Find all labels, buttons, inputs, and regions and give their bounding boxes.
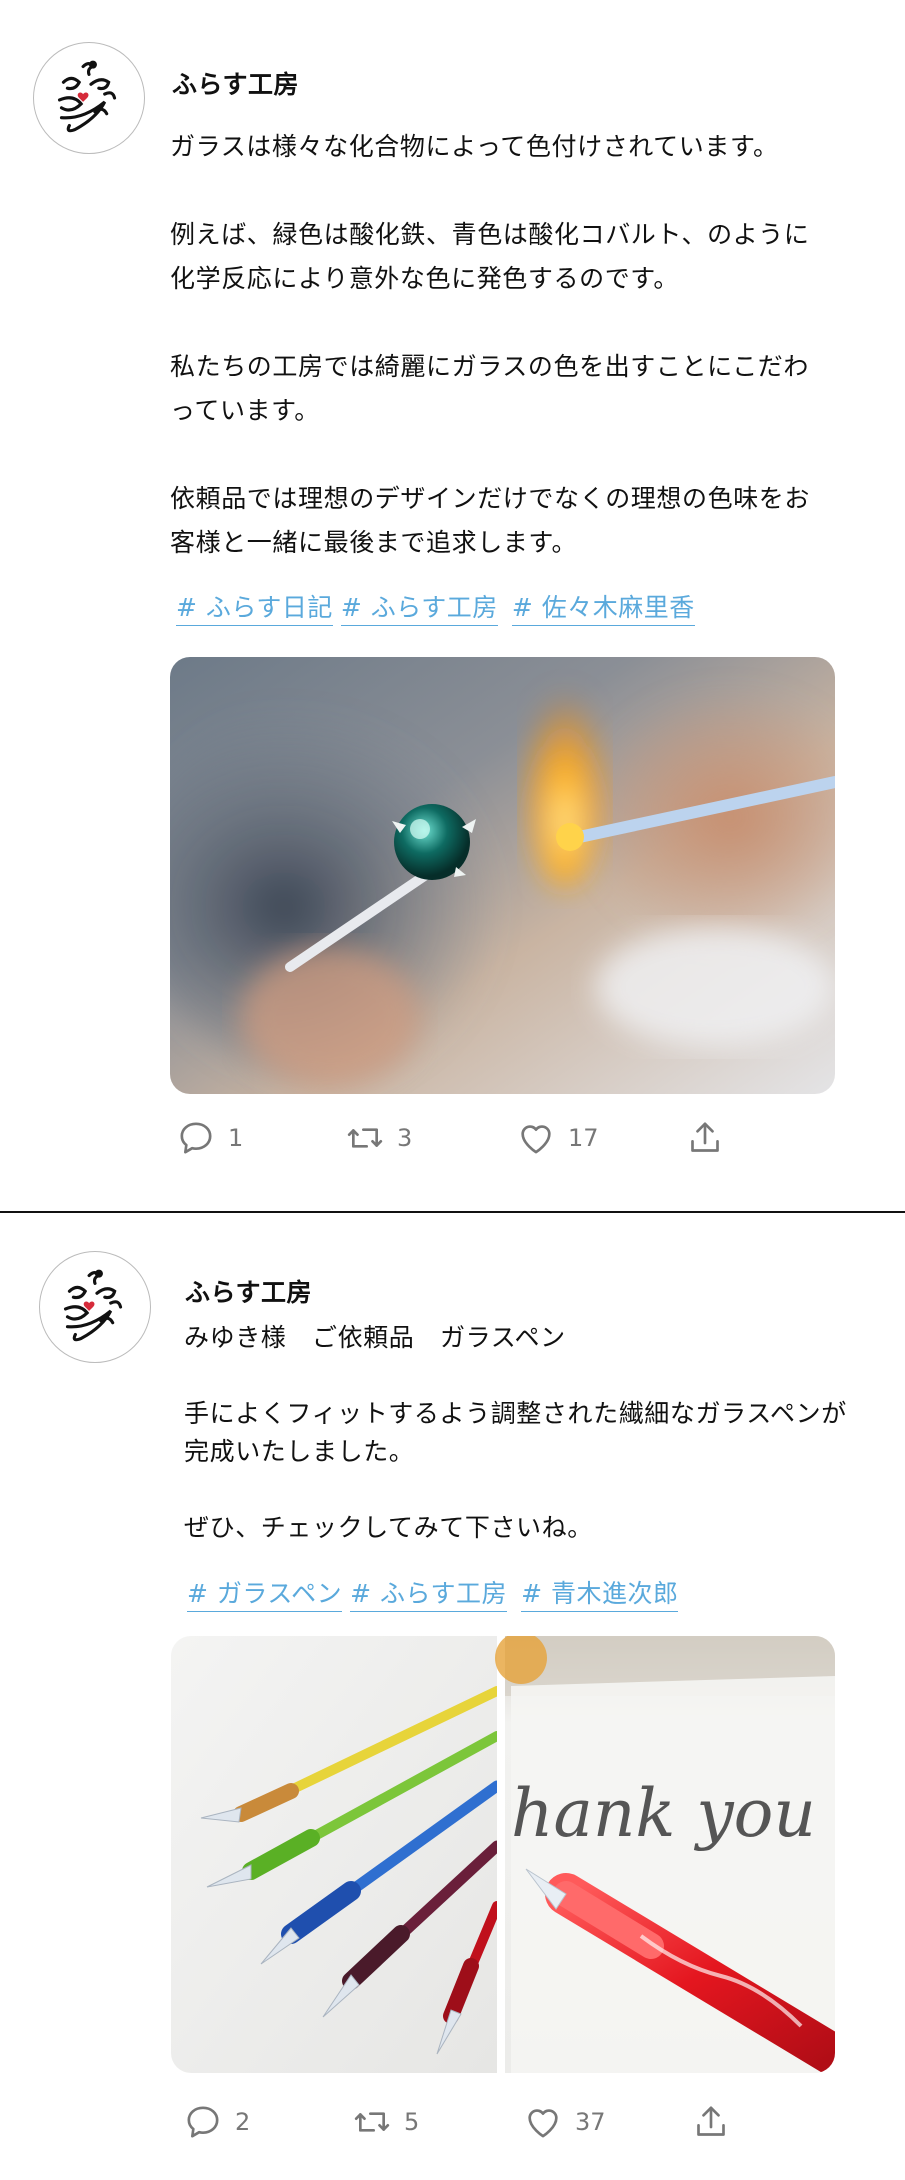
retweet-button[interactable]: 5 [352,2102,419,2142]
post-body: みゆき様 ご依頼品 ガラスペン 手によくフィットするよう調整された繊細なガラスペ… [184,1323,847,1542]
share-button[interactable] [691,2102,731,2142]
author-name[interactable]: ふらす工房 [185,1273,312,1309]
thank-you-text: hank you [511,1775,816,1852]
reply-button[interactable]: 1 [176,1118,243,1158]
reply-button[interactable]: 2 [183,2102,250,2142]
like-count: 17 [568,1124,599,1152]
like-icon [521,1125,551,1154]
retweet-count: 5 [404,2108,420,2136]
post-2: ふらす工房 みゆき様 ご依頼品 ガラスペン 手によくフィットするよう調整された繊… [0,1213,905,2180]
like-button[interactable]: 37 [523,2102,606,2142]
hashtag[interactable]: # ふらす工房 [350,1574,508,1612]
hashtag-list: # ふらす日記 # ふらす工房 # 佐々木麻里香 [176,588,695,626]
retweet-icon [347,1128,383,1148]
share-icon [697,2106,725,2136]
glass-bead-image [170,657,835,1094]
post-photo-glass-pens[interactable]: hank you [171,1636,835,2073]
action-bar: 2 5 37 [183,2102,743,2152]
like-icon [528,2109,558,2138]
reply-count: 2 [235,2108,251,2136]
logo-icon [63,1269,123,1342]
hashtag-list: # ガラスペン # ふらす工房 # 青木進次郎 [187,1574,679,1612]
hashtag[interactable]: # ふらす工房 [340,588,498,626]
hashtag[interactable]: # 青木進次郎 [521,1574,679,1612]
avatar[interactable] [39,1251,151,1363]
hashtag[interactable]: # 佐々木麻里香 [511,588,695,626]
hashtag[interactable]: # ふらす日記 [176,588,333,626]
retweet-count: 3 [397,1124,413,1152]
reply-icon [180,1122,212,1154]
post-1: ふらす工房 ガラスは様々な化合物によって色付けされています。 例えば、緑色は酸化… [0,0,905,1212]
glass-pens-image: hank you [171,1636,835,2073]
post-body: ガラスは様々な化合物によって色付けされています。 例えば、緑色は酸化鉄、青色は酸… [170,132,811,557]
reply-icon [187,2106,219,2138]
logo-icon [57,60,117,133]
post-photo-glass-bead[interactable] [170,657,835,1094]
like-button[interactable]: 17 [516,1118,599,1158]
share-icon [691,1122,719,1152]
avatar[interactable] [33,42,145,154]
retweet-icon [354,2112,390,2132]
like-count: 37 [575,2108,606,2136]
reply-count: 1 [228,1124,244,1152]
retweet-button[interactable]: 3 [345,1118,412,1158]
action-bar: 1 3 17 [172,1118,732,1168]
share-button[interactable] [685,1118,725,1158]
hashtag[interactable]: # ガラスペン [187,1574,343,1612]
author-name[interactable]: ふらす工房 [172,65,299,101]
